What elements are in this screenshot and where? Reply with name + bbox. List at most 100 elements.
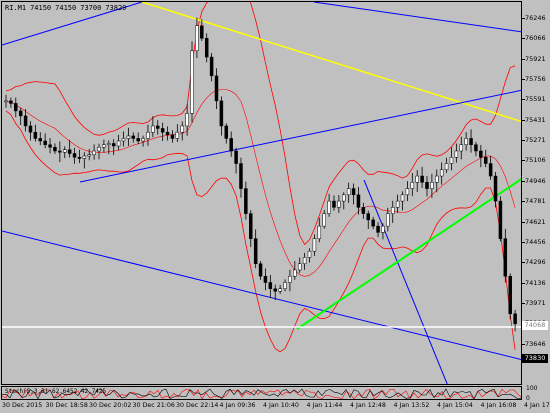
candle-body — [14, 103, 18, 112]
candle-body — [62, 149, 67, 153]
time-tick-label: 30 Dec 18:58 — [45, 402, 88, 409]
candle-body — [366, 213, 370, 221]
price-tick-label: 76246 — [525, 14, 546, 22]
time-tick-label: 30 Dec 22:14 — [176, 402, 219, 409]
price-tick-label: 75106 — [525, 156, 546, 165]
time-tick-label: 4 Jan 12:48 — [350, 402, 386, 409]
symbol-name: RI.M1 — [5, 4, 27, 12]
time-tick-label: 30 Dec 21:06 — [132, 402, 175, 409]
candle-body — [195, 25, 199, 52]
candle-body — [449, 157, 454, 164]
candle-body — [131, 135, 136, 139]
candle-body — [420, 175, 424, 183]
candle-body — [116, 140, 121, 147]
candle-body — [151, 125, 155, 133]
candle-body — [386, 213, 390, 227]
candle-body — [454, 150, 459, 158]
candle-body — [508, 275, 512, 315]
price-tick-label: 75271 — [525, 136, 546, 145]
candle-body — [283, 282, 287, 289]
price-tick-label: 74781 — [525, 197, 546, 206]
candle-body — [258, 263, 263, 277]
candle-body — [87, 154, 91, 157]
price-axis[interactable]: 76246 76066 75921 75756 75591 75431 75271 75106… — [522, 0, 550, 395]
trendline-blue-steep — [363, 179, 448, 384]
candle-body — [493, 175, 498, 202]
candle-body — [67, 149, 72, 154]
candle-body — [342, 194, 346, 202]
candle-body — [58, 150, 62, 153]
candle-body — [337, 200, 341, 208]
chart-window[interactable]: RI.M1 74150 74150 73700 73820 76246 76066 7592… — [0, 0, 550, 413]
time-tick-label: 4 Jan 16:08 — [480, 402, 517, 409]
candle-body — [224, 125, 229, 139]
candle-body — [293, 269, 297, 277]
candle-body — [107, 143, 111, 145]
price-tick-label: 75591 — [525, 95, 546, 104]
candle-body — [410, 182, 415, 189]
candle-body — [33, 131, 38, 139]
candle-body — [435, 175, 439, 183]
candle-body — [18, 110, 23, 117]
price-tick-label: 74136 — [525, 278, 546, 287]
candle-body — [160, 128, 165, 133]
candle-body — [302, 257, 307, 264]
candle-body — [97, 146, 101, 152]
time-tick-label: 4 Jan 11:44 — [306, 402, 343, 409]
stochastic-top-label: 100 — [526, 385, 538, 392]
candle-body — [483, 157, 488, 164]
candle-body — [146, 131, 150, 139]
candle-body — [317, 225, 322, 239]
open-value: 74150 — [30, 4, 52, 12]
candle-body — [430, 182, 434, 189]
candle-body — [48, 144, 52, 148]
trendline-blue-top-right — [313, 2, 521, 33]
current-price-badge: 73830 — [522, 354, 548, 363]
candle-body — [346, 188, 351, 196]
stochastic-subwindow[interactable]: Stoch(5,3,3) 62.6452 42.7425 — [1, 386, 522, 400]
time-tick-label: 4 Jan 09:36 — [219, 402, 256, 409]
candle-body — [77, 157, 82, 159]
time-tick-label: 30 Dec 2015 — [2, 402, 43, 409]
candle-body — [204, 38, 209, 58]
price-tick-label: 74456 — [525, 237, 546, 246]
candle-body — [464, 138, 468, 145]
candle-body — [268, 282, 273, 289]
candle-body — [488, 163, 493, 177]
candle-body — [469, 138, 473, 145]
price-tick-label: 74621 — [525, 217, 546, 226]
candle-body — [513, 313, 517, 325]
candle-body — [53, 146, 57, 152]
high-value: 74150 — [55, 4, 77, 12]
candle-body — [38, 138, 43, 142]
bollinger-lower — [5, 110, 516, 353]
candle-body — [297, 263, 302, 271]
candle-body — [479, 150, 483, 158]
candle-body — [126, 135, 131, 139]
candle-body — [444, 163, 449, 171]
candle-body — [92, 150, 96, 155]
time-tick-label: 4 Jan 15:04 — [437, 402, 473, 409]
candle-body — [503, 238, 508, 277]
candle-body — [200, 25, 204, 39]
price-chart-canvas[interactable] — [2, 2, 522, 385]
candle-body — [102, 144, 106, 148]
candle-body — [439, 169, 444, 177]
candle-body — [185, 113, 189, 127]
candle-body — [253, 238, 258, 264]
candle-body — [390, 207, 395, 214]
candle-body — [249, 213, 253, 239]
candle-body — [175, 131, 180, 139]
time-tick-label: 30 Dec 20:02 — [89, 402, 132, 409]
candle-body — [405, 188, 410, 196]
candle-body — [263, 275, 268, 283]
price-tick-label: 75431 — [525, 115, 546, 124]
candle-body — [273, 288, 277, 292]
time-tick-label: 4 Jan 13:52 — [393, 402, 430, 409]
main-price-chart[interactable]: RI.M1 74150 74150 73700 73820 — [1, 1, 522, 385]
candle-body — [332, 200, 336, 208]
candle-body — [141, 138, 145, 142]
candle-body — [415, 175, 419, 183]
symbol-header: RI.M1 74150 74150 73700 73820 — [5, 4, 130, 12]
candle-body — [244, 188, 248, 214]
